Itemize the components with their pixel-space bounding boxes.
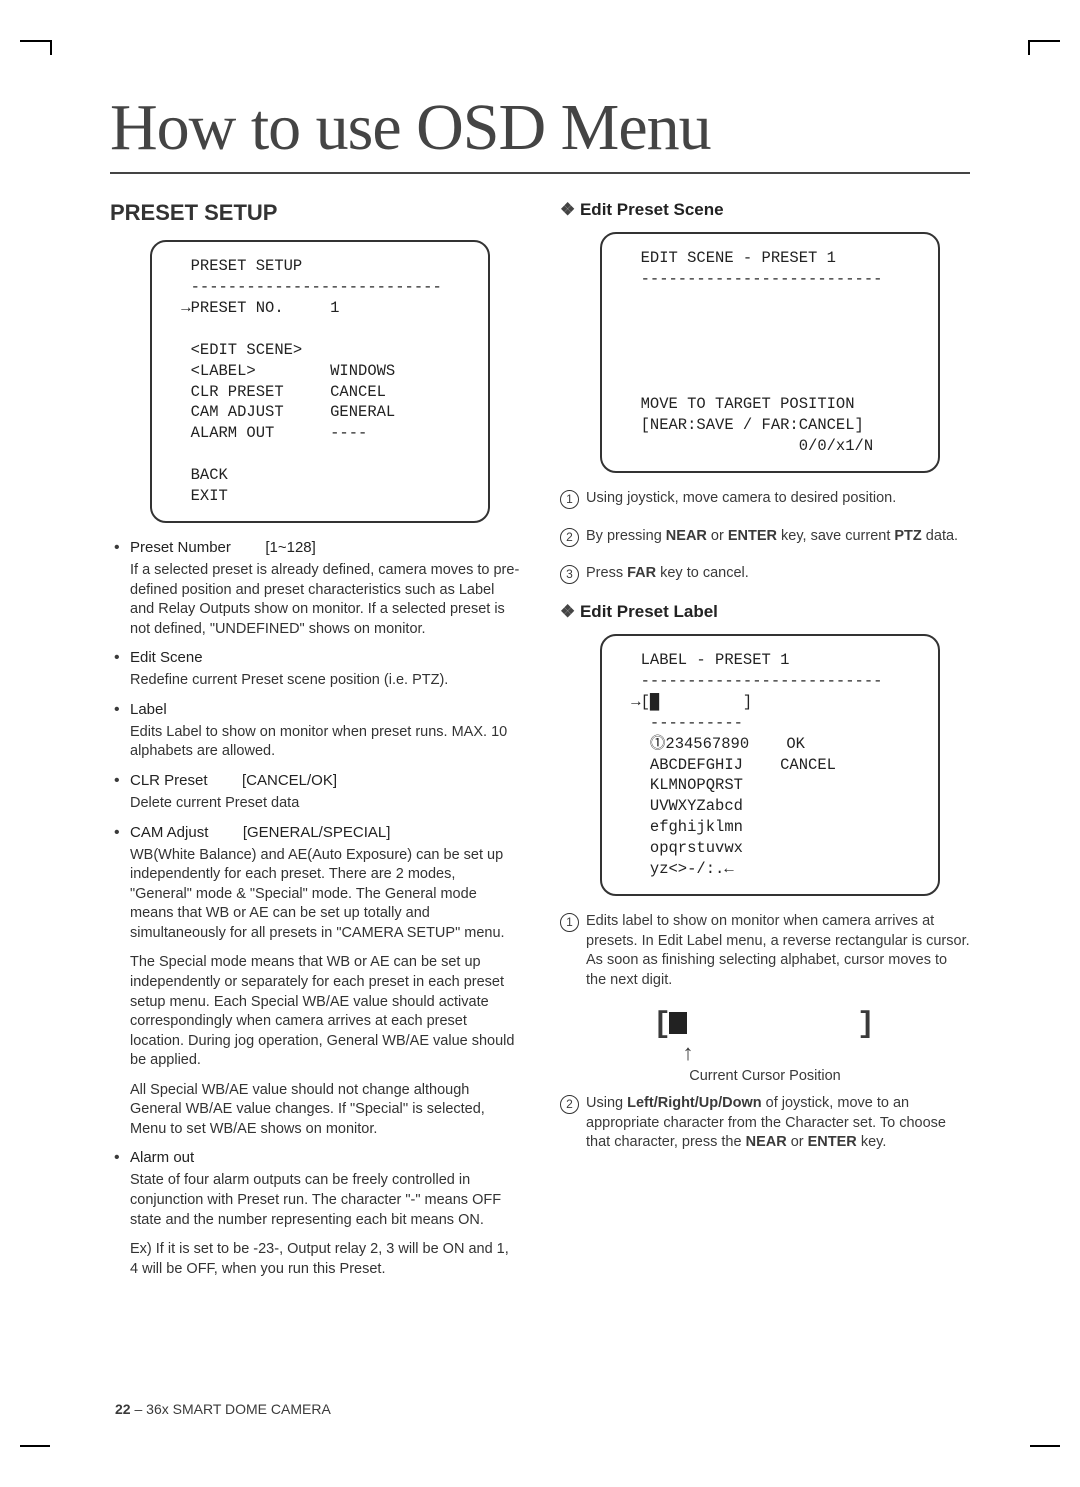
item-range: [GENERAL/SPECIAL] xyxy=(243,824,391,841)
crop-mark xyxy=(20,1445,50,1447)
osd-screen-edit-scene: EDIT SCENE - PRESET 1 ------------------… xyxy=(600,232,940,473)
item-desc: All Special WB/AE value should not chang… xyxy=(130,1081,520,1140)
left-column: PRESET SETUP PRESET SETUP --------------… xyxy=(110,200,520,1289)
item-edit-scene: Edit Scene Redefine current Preset scene… xyxy=(110,649,520,691)
item-desc: Redefine current Preset scene position (… xyxy=(130,671,520,691)
crop-mark xyxy=(1030,40,1060,42)
item-clr-preset: CLR Preset [CANCEL/OK] Delete current Pr… xyxy=(110,772,520,814)
key-far: FAR xyxy=(627,565,656,581)
key-near: NEAR xyxy=(746,1134,787,1150)
section-heading: PRESET SETUP xyxy=(110,200,520,226)
subsection-heading: Edit Preset Scene xyxy=(560,200,970,220)
two-column-layout: PRESET SETUP PRESET SETUP --------------… xyxy=(110,200,970,1289)
key-enter: ENTER xyxy=(808,1134,857,1150)
item-desc: Edits Label to show on monitor when pres… xyxy=(130,723,520,762)
item-cam-adjust: CAM Adjust [GENERAL/SPECIAL] WB(White Ba… xyxy=(110,824,520,1140)
numbered-steps: Using joystick, move camera to desired p… xyxy=(560,489,970,584)
text: key, save current xyxy=(777,528,894,544)
item-head: Edit Scene xyxy=(130,649,203,666)
subsection-heading: Edit Preset Label xyxy=(560,602,970,622)
item-alarm-out: Alarm out State of four alarm outputs ca… xyxy=(110,1149,520,1279)
key-near: NEAR xyxy=(666,528,707,544)
text: key. xyxy=(857,1134,887,1150)
item-range: [CANCEL/OK] xyxy=(242,772,337,789)
item-desc: WB(White Balance) and AE(Auto Exposure) … xyxy=(130,846,520,944)
cursor-block-icon xyxy=(669,1012,687,1034)
text: By pressing xyxy=(586,528,666,544)
item-preset-number: Preset Number [1~128] If a selected pres… xyxy=(110,539,520,639)
item-head: CAM Adjust xyxy=(130,824,208,841)
step: Press FAR key to cancel. xyxy=(560,564,970,584)
footer-sep: – xyxy=(131,1401,147,1417)
item-desc: State of four alarm outputs can be freel… xyxy=(130,1171,520,1230)
step: Using joystick, move camera to desired p… xyxy=(560,489,970,509)
item-range: [1~128] xyxy=(265,539,315,556)
numbered-steps: Edits label to show on monitor when came… xyxy=(560,912,970,990)
text: key to cancel. xyxy=(656,565,749,581)
product-name: 36x SMART DOME CAMERA xyxy=(146,1401,331,1417)
item-desc: The Special mode means that WB or AE can… xyxy=(130,953,520,1070)
item-head: Alarm out xyxy=(130,1149,194,1166)
right-column: Edit Preset Scene EDIT SCENE - PRESET 1 … xyxy=(560,200,970,1289)
step: Using Left/Right/Up/Down of joystick, mo… xyxy=(560,1094,970,1153)
crop-mark xyxy=(50,40,52,55)
document-page: How to use OSD Menu PRESET SETUP PRESET … xyxy=(0,0,1080,1487)
item-desc: Ex) If it is set to be -23-, Output rela… xyxy=(130,1240,520,1279)
item-label: Label Edits Label to show on monitor whe… xyxy=(110,701,520,762)
crop-mark xyxy=(1028,40,1030,55)
key-ptz: PTZ xyxy=(894,528,921,544)
key-enter: ENTER xyxy=(728,528,777,544)
text: data. xyxy=(922,528,958,544)
step-text: Using joystick, move camera to desired p… xyxy=(586,490,896,506)
cursor-brackets: [] xyxy=(560,1008,970,1042)
numbered-steps: Using Left/Right/Up/Down of joystick, mo… xyxy=(560,1094,970,1153)
item-head: Label xyxy=(130,701,167,718)
item-desc: If a selected preset is already defined,… xyxy=(130,561,520,639)
step-text: Edits label to show on monitor when came… xyxy=(586,913,970,988)
item-head: CLR Preset xyxy=(130,772,208,789)
text: or xyxy=(787,1134,808,1150)
cursor-caption: Current Cursor Position xyxy=(560,1068,970,1084)
item-desc: Delete current Preset data xyxy=(130,794,520,814)
page-footer: 22 – 36x SMART DOME CAMERA xyxy=(115,1401,331,1417)
page-title: How to use OSD Menu xyxy=(110,90,970,174)
text: Press xyxy=(586,565,627,581)
key-directions: Left/Right/Up/Down xyxy=(627,1095,762,1111)
osd-screen-preset-setup: PRESET SETUP ---------------------------… xyxy=(150,240,490,523)
item-head: Preset Number xyxy=(130,539,231,556)
step: By pressing NEAR or ENTER key, save curr… xyxy=(560,527,970,547)
text: Using xyxy=(586,1095,627,1111)
crop-mark xyxy=(20,40,50,42)
page-number: 22 xyxy=(115,1401,131,1417)
step: Edits label to show on monitor when came… xyxy=(560,912,970,990)
text: or xyxy=(707,528,728,544)
cursor-figure: [] ↑ Current Cursor Position xyxy=(560,1008,970,1084)
crop-mark xyxy=(1030,1445,1060,1447)
osd-screen-edit-label: LABEL - PRESET 1 -----------------------… xyxy=(600,634,940,896)
